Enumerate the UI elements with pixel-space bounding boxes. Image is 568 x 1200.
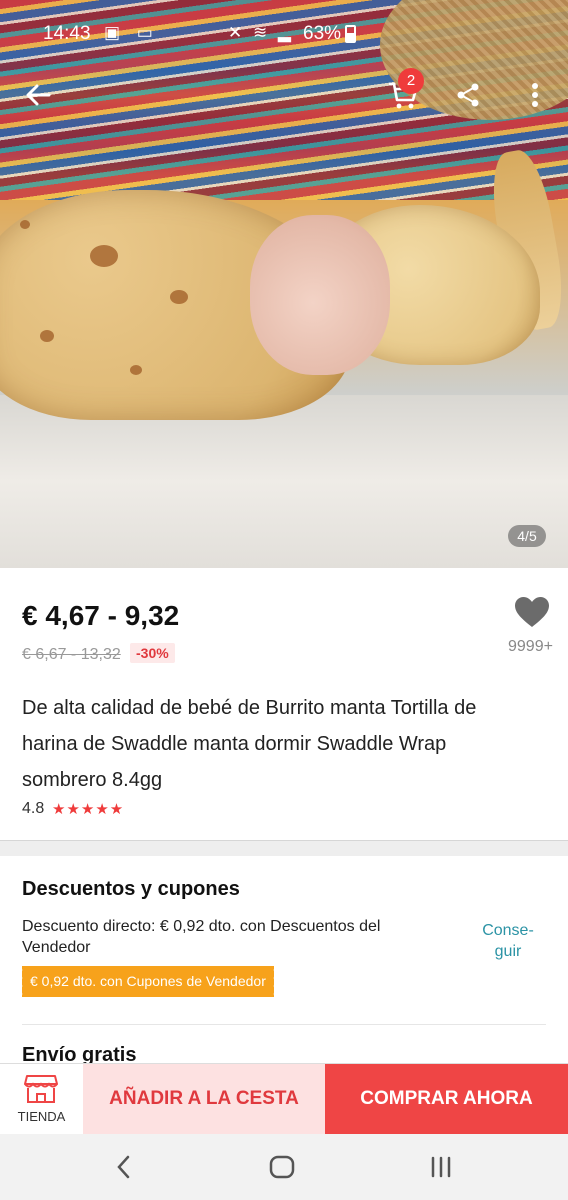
store-icon [24, 1075, 58, 1103]
nav-recents-button[interactable] [421, 1152, 461, 1182]
cart-count-badge: 2 [398, 68, 424, 94]
notification-icons: ▣ ▭ [104, 23, 159, 42]
direct-discount-text: Descuento directo: € 0,92 dto. con Descu… [22, 918, 381, 956]
recents-icon [431, 1156, 451, 1178]
store-button[interactable]: TIENDA [0, 1064, 83, 1134]
discounts-section: Descuentos y cupones Descuento directo: … [0, 856, 568, 1066]
discounts-title: Descuentos y cupones [22, 878, 240, 900]
image-counter: 4/5 [508, 525, 546, 547]
action-bar: TIENDA AÑADIR A LA CESTA COMPRAR AHORA [0, 1063, 568, 1134]
more-vertical-icon [532, 83, 538, 107]
buy-now-button[interactable]: COMPRAR AHORA [325, 1064, 568, 1134]
heart-icon [515, 597, 549, 627]
product-title: De alta calidad de bebé de Burrito manta… [22, 697, 477, 791]
get-coupon-button[interactable]: Conse-guir [478, 920, 538, 962]
price-section: € 4,67 - 9,32 € 6,67 - 13,32 -30% 9999+ … [0, 568, 568, 840]
battery-icon [345, 25, 356, 43]
share-icon [457, 83, 479, 107]
wishlist-count: 9999+ [508, 638, 553, 655]
rating-stars[interactable]: ★★★★★ [52, 800, 124, 818]
battery-level: 63% [303, 23, 342, 44]
chevron-left-icon [117, 1155, 130, 1179]
back-button[interactable] [18, 75, 58, 115]
status-bar: 14:43 ▣ ▭ ✕ ≋ ▂ 63% [0, 0, 568, 68]
rating-value[interactable]: 4.8 [22, 800, 44, 818]
share-button[interactable] [448, 75, 488, 115]
wishlist-button[interactable] [514, 596, 550, 630]
baby-face [250, 215, 390, 375]
product-page: 14:43 ▣ ▭ ✕ ≋ ▂ 63% 2 4/5 € 4,67 - 9,32 … [0, 0, 568, 1200]
arrow-left-icon [26, 84, 51, 106]
home-icon [269, 1155, 295, 1179]
seller-coupon[interactable]: € 0,92 dto. con Cupones de Vendedor [19, 966, 277, 997]
status-time: 14:43 [43, 23, 91, 44]
nav-home-button[interactable] [262, 1152, 302, 1182]
nav-back-button[interactable] [104, 1152, 144, 1182]
bed-sheet [0, 395, 568, 568]
divider [22, 1024, 546, 1025]
price: € 4,67 - 9,32 [22, 600, 180, 631]
add-to-cart-button[interactable]: AÑADIR A LA CESTA [83, 1064, 325, 1134]
discount-badge: -30% [130, 643, 175, 663]
store-label: TIENDA [17, 1109, 66, 1124]
section-divider [0, 840, 568, 856]
original-price: € 6,67 - 13,32 [22, 646, 121, 663]
signal-icons: ✕ ≋ ▂ [228, 23, 295, 42]
navigation-bar [0, 1134, 568, 1200]
more-options-button[interactable] [515, 75, 555, 115]
